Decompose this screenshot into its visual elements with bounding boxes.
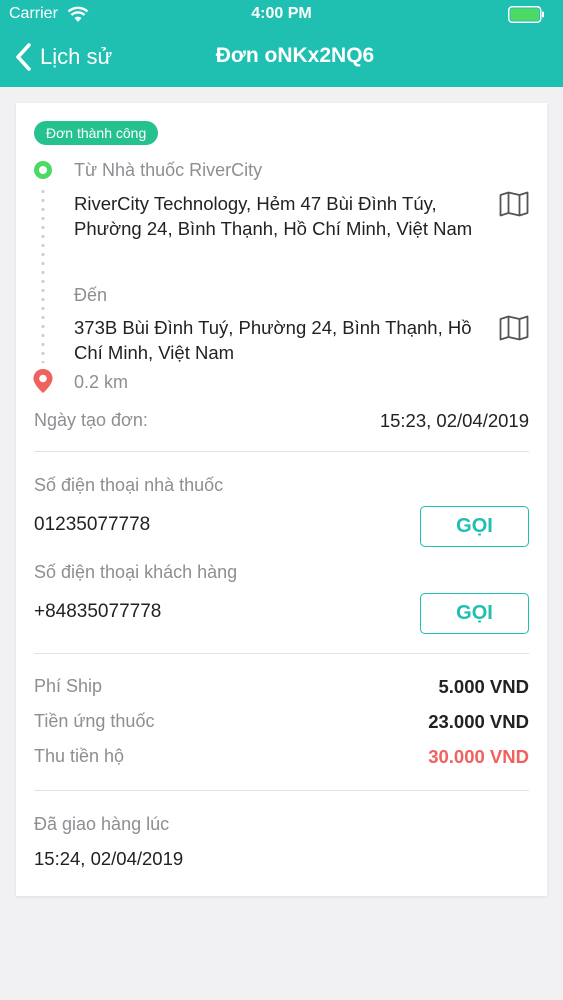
- navigation-bar: Lịch sử Đơn oNKx2NQ6: [0, 30, 563, 87]
- clock: 4:00 PM: [251, 5, 312, 22]
- divider: [34, 653, 529, 654]
- call-customer-button[interactable]: GỌI: [420, 593, 529, 634]
- created-date-value: 15:23, 02/04/2019: [379, 410, 529, 431]
- circle-dot-icon: [34, 161, 52, 179]
- back-button[interactable]: Lịch sử: [14, 40, 112, 74]
- created-date-label: Ngày tạo đơn:: [34, 410, 148, 430]
- to-label: Đến: [74, 285, 108, 305]
- location-pin-icon: [33, 369, 53, 393]
- from-label: Từ Nhà thuốc RiverCity: [74, 160, 263, 180]
- delivered-value: 15:24, 02/04/2019: [34, 848, 184, 869]
- ship-fee-label: Phí Ship: [34, 676, 103, 696]
- route-line: [41, 187, 45, 363]
- pharmacy-phone-label: Số điện thoại nhà thuốc: [34, 475, 224, 495]
- header: Carrier 4:00 PM Lịch sử Đơn oNKx2NQ6: [0, 0, 563, 87]
- ship-fee-value: 5.000 VND: [438, 676, 530, 697]
- chevron-left-icon: [16, 43, 31, 71]
- back-label: Lịch sử: [40, 44, 113, 69]
- status-badge: Đơn thành công: [34, 121, 159, 145]
- advance-fee-value: 23.000 VND: [428, 711, 529, 732]
- from-address: RiverCity Technology, Hẻm 47 Bùi Đình Tú…: [74, 193, 473, 239]
- advance-fee-label: Tiền ứng thuốc: [34, 711, 155, 731]
- collect-amount-label: Thu tiền hộ: [34, 746, 125, 766]
- battery-icon: [508, 6, 544, 23]
- call-pharmacy-button[interactable]: GỌI: [420, 506, 529, 547]
- collect-amount-value: 30.000 VND: [428, 746, 529, 767]
- divider: [34, 451, 529, 452]
- map-icon[interactable]: [499, 315, 529, 341]
- status-bar: Carrier 4:00 PM: [0, 0, 563, 30]
- distance: 0.2 km: [74, 372, 129, 392]
- pharmacy-phone-value: 01235077778: [34, 514, 151, 535]
- page-title: Đơn oNKx2NQ6: [215, 44, 375, 67]
- order-detail-card: Đơn thành công Từ Nhà thuốc RiverCity Ri…: [16, 103, 547, 896]
- customer-phone-label: Số điện thoại khách hàng: [34, 562, 238, 582]
- to-address: 373B Bùi Đình Tuý, Phường 24, Bình Thạnh…: [74, 317, 472, 363]
- customer-phone-value: +84835077778: [34, 601, 162, 622]
- divider: [34, 790, 529, 791]
- delivered-label: Đã giao hàng lúc: [34, 814, 170, 834]
- map-icon[interactable]: [499, 191, 529, 217]
